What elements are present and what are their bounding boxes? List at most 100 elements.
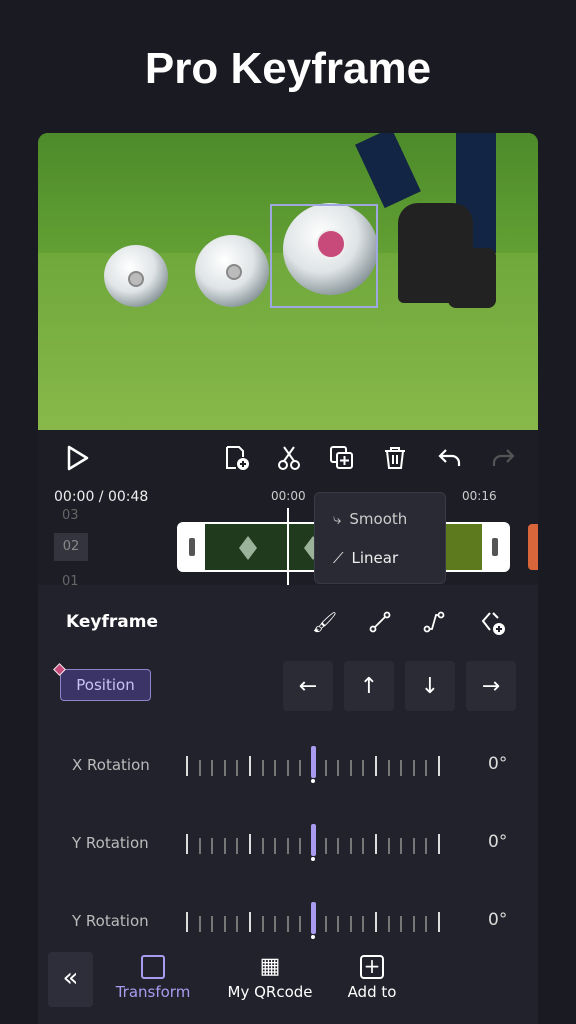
slider-tick	[438, 834, 440, 854]
slider-tick	[274, 916, 277, 932]
keyframe-marker[interactable]	[239, 536, 257, 560]
slider-tick	[337, 838, 340, 854]
next-clip[interactable]	[528, 524, 538, 570]
slider-tick	[400, 760, 403, 776]
split-icon[interactable]	[274, 443, 304, 473]
panel-title: Keyframe	[66, 612, 158, 632]
slider-dot	[311, 935, 315, 939]
undo-icon[interactable]	[435, 443, 465, 473]
slider-tick	[186, 834, 188, 854]
slider-tick	[274, 838, 277, 854]
rotation-value: 0°	[488, 910, 508, 930]
move-up-button[interactable]: ↑	[344, 661, 394, 711]
slider-thumb[interactable]	[310, 824, 316, 856]
rotation-slider[interactable]	[186, 824, 442, 856]
slider-thumb[interactable]	[310, 746, 316, 778]
position-tab[interactable]: Position	[60, 669, 151, 701]
slider-tick	[286, 916, 289, 932]
slider-tick	[299, 916, 302, 932]
trash-icon[interactable]	[380, 443, 410, 473]
slider-tick	[438, 756, 440, 776]
rotation-label: Y Rotation	[72, 912, 149, 930]
slider-tick	[400, 838, 403, 854]
linear-icon[interactable]	[368, 610, 392, 634]
slider-tick	[375, 756, 377, 776]
add-keyframe-icon[interactable]	[480, 610, 506, 636]
slider-tick	[186, 912, 188, 932]
brush-icon[interactable]: 🖌	[312, 610, 337, 634]
clip-trim-handle-left[interactable]	[179, 524, 205, 570]
ease-curve-icon[interactable]	[422, 610, 446, 634]
slider-tick	[349, 760, 352, 776]
linear-curve-icon: ⟋	[333, 549, 344, 567]
rotation-value: 0°	[488, 754, 508, 774]
move-right-button[interactable]: →	[466, 661, 516, 711]
slider-tick	[362, 760, 365, 776]
menu-item-smooth[interactable]: ⤷ Smooth	[333, 510, 407, 528]
slider-tick	[249, 834, 251, 854]
slider-tick	[261, 838, 264, 854]
slider-tick	[249, 756, 251, 776]
slider-tick	[387, 760, 390, 776]
slider-tick	[236, 760, 239, 776]
slider-tick	[211, 916, 214, 932]
slider-tick	[324, 916, 327, 932]
slider-tick	[274, 760, 277, 776]
rotation-label: Y Rotation	[72, 834, 149, 852]
slider-tick	[198, 916, 201, 932]
slider-tick	[249, 912, 251, 932]
slider-tick	[412, 760, 415, 776]
playhead[interactable]	[287, 508, 289, 586]
slider-tick	[349, 916, 352, 932]
clip-trim-handle-right[interactable]	[482, 524, 508, 570]
rotation-slider[interactable]	[186, 902, 442, 934]
slider-tick	[387, 916, 390, 932]
time-display: 00:00 / 00:48	[54, 489, 149, 505]
slider-tick	[223, 760, 226, 776]
transform-icon	[141, 955, 165, 979]
slider-tick	[337, 916, 340, 932]
rotation-slider[interactable]	[186, 746, 442, 778]
move-left-button[interactable]: ←	[283, 661, 333, 711]
add-icon: +	[360, 955, 384, 979]
slider-tick	[438, 912, 440, 932]
slider-tick	[186, 756, 188, 776]
slider-tick	[261, 916, 264, 932]
slider-tick	[425, 916, 428, 932]
slider-tick	[211, 838, 214, 854]
move-down-button[interactable]: ↓	[405, 661, 455, 711]
smooth-curve-icon: ⤷	[333, 510, 342, 528]
slider-tick	[299, 838, 302, 854]
add-clip-icon[interactable]	[222, 443, 252, 473]
slider-tick	[349, 838, 352, 854]
redo-icon[interactable]	[488, 443, 518, 473]
slider-tick	[211, 760, 214, 776]
slider-tick	[261, 760, 264, 776]
slider-tick	[375, 834, 377, 854]
slider-tick	[337, 760, 340, 776]
play-icon[interactable]	[62, 443, 92, 473]
collapse-button[interactable]: «	[48, 952, 93, 1007]
layer-label[interactable]: 02	[54, 533, 88, 561]
slider-tick	[412, 838, 415, 854]
layer-label[interactable]: 03	[62, 508, 79, 520]
slider-tick	[198, 760, 201, 776]
nav-add-to[interactable]: + Add to	[340, 955, 404, 1001]
slider-tick	[425, 838, 428, 854]
keyframe-point[interactable]	[316, 229, 346, 259]
slider-tick	[223, 838, 226, 854]
slider-tick	[387, 838, 390, 854]
time-mark: 00:16	[462, 489, 497, 503]
slider-tick	[299, 760, 302, 776]
nav-my-qrcode[interactable]: ▦ My QRcode	[222, 955, 318, 1002]
slider-tick	[375, 912, 377, 932]
video-preview[interactable]	[38, 133, 538, 430]
layer-label[interactable]: 01	[62, 574, 79, 585]
slider-tick	[198, 838, 201, 854]
duplicate-icon[interactable]	[327, 443, 357, 473]
nav-transform[interactable]: Transform	[110, 955, 196, 1001]
menu-item-linear[interactable]: ⟋ Linear	[333, 549, 398, 567]
slider-thumb[interactable]	[310, 902, 316, 934]
slider-tick	[286, 760, 289, 776]
slider-tick	[362, 838, 365, 854]
